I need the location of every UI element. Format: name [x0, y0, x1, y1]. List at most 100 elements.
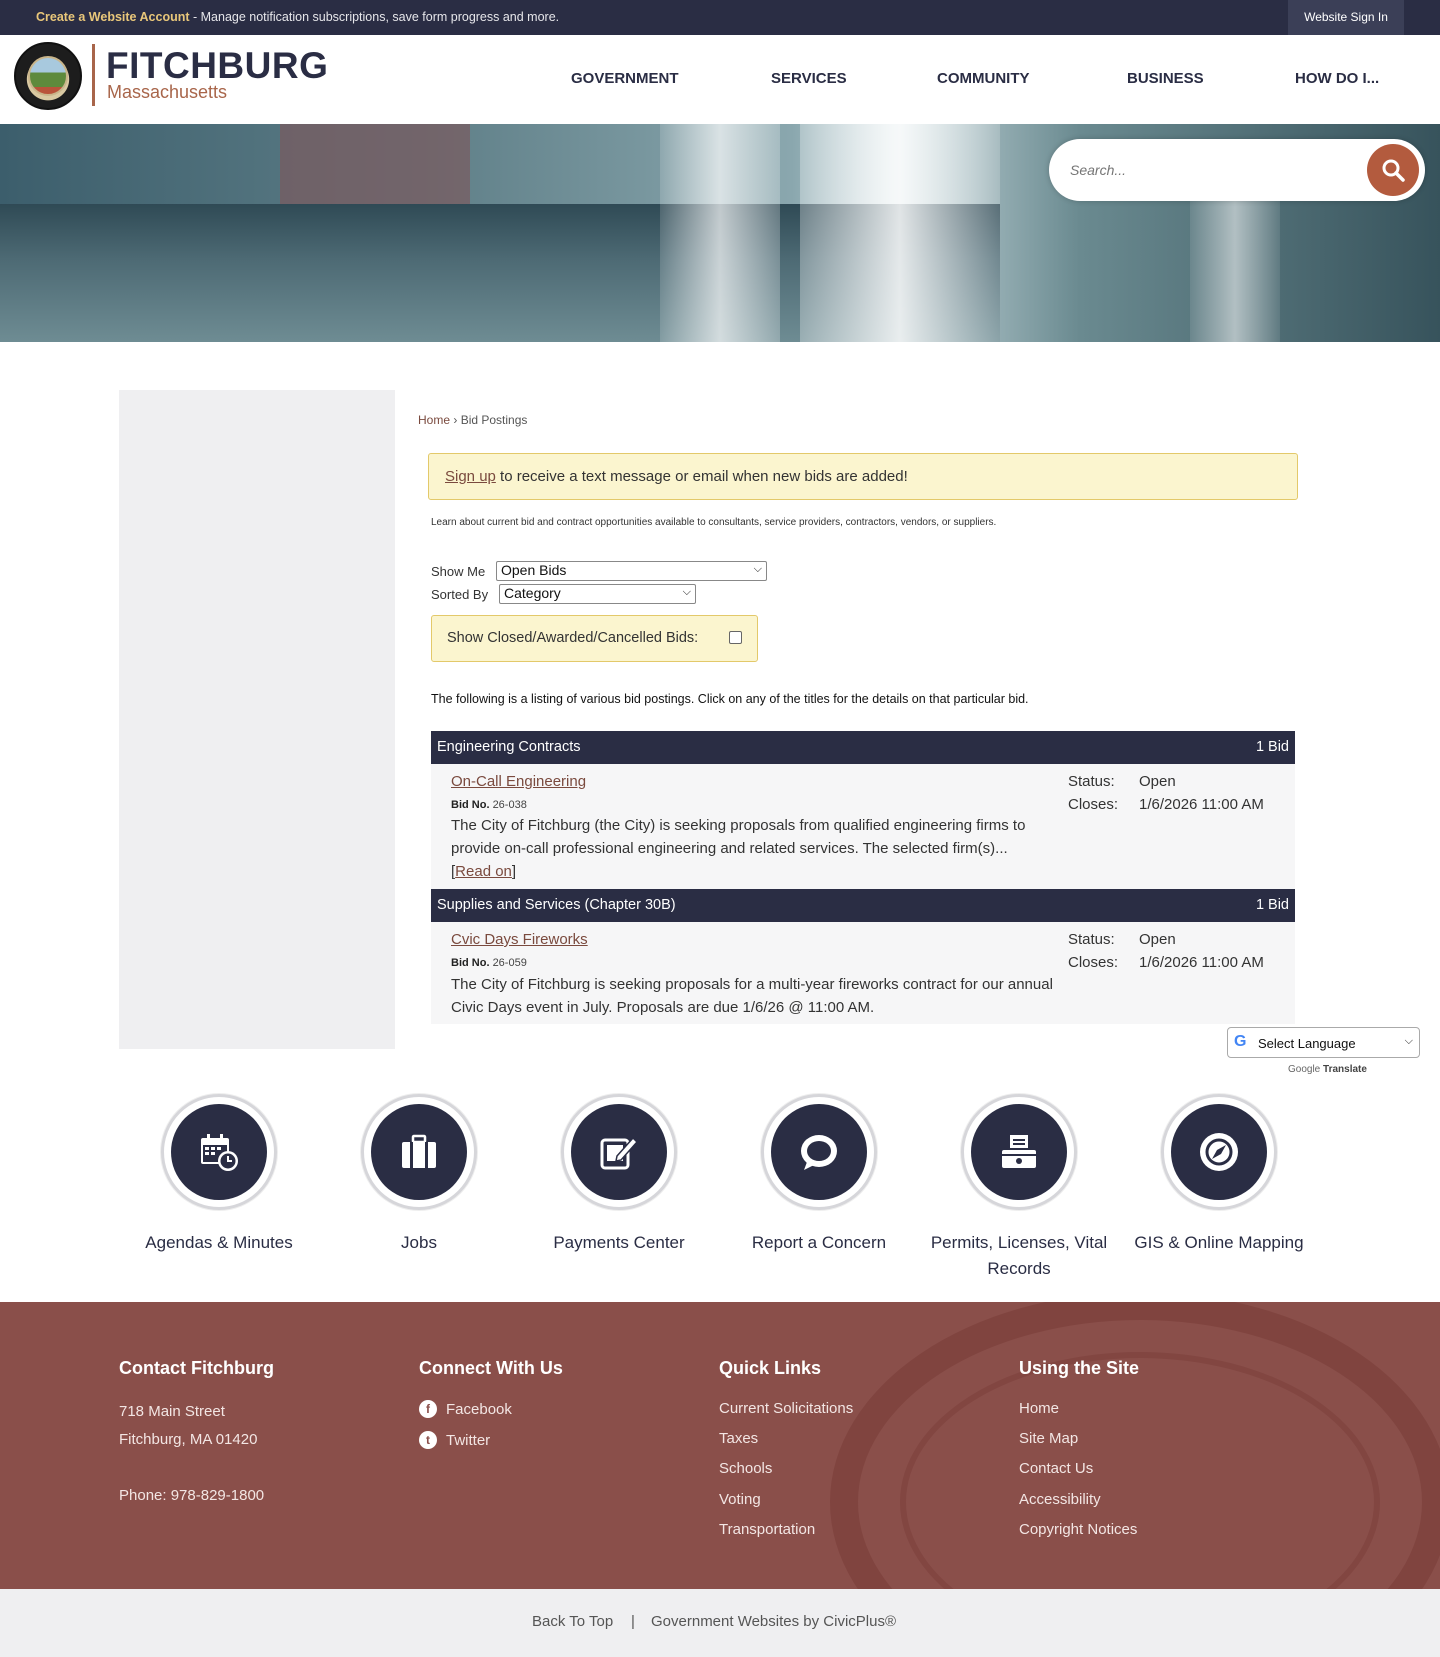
create-account-link[interactable]: Create a Website Account — [36, 10, 190, 24]
quick-link-agendas[interactable]: Agendas & Minutes — [119, 1094, 319, 1256]
quick-link-gis[interactable]: GIS & Online Mapping — [1119, 1094, 1319, 1256]
footer-address-line2: Fitchburg, MA 01420 — [119, 1431, 258, 1448]
footer-link-contact-us[interactable]: Contact Us — [1019, 1460, 1093, 1477]
read-on-link[interactable]: Read on — [455, 863, 512, 880]
nav-government[interactable]: GOVERNMENT — [571, 70, 679, 87]
footer-phone: Phone: 978-829-1800 — [119, 1487, 265, 1504]
quick-link-permits[interactable]: Permits, Licenses, Vital Records — [919, 1094, 1119, 1282]
top-bar: Create a Website Account - Manage notifi… — [0, 0, 1440, 35]
google-g-icon: G — [1234, 1033, 1247, 1050]
quick-link-payments[interactable]: Payments Center — [519, 1094, 719, 1256]
footer-link-site-map[interactable]: Site Map — [1019, 1430, 1078, 1447]
google-translate-credit[interactable]: Google Translate — [1288, 1064, 1367, 1075]
bid-title-link[interactable]: Cvic Days Fireworks — [451, 931, 588, 948]
show-closed-checkbox[interactable] — [729, 631, 742, 644]
bid-number-value: 26-059 — [492, 957, 527, 969]
promo-text: - Manage notification subscriptions, sav… — [189, 10, 560, 24]
status-value: Open — [1139, 931, 1176, 948]
seal-landscape — [28, 56, 68, 96]
quick-link-label: Report a Concern — [751, 1233, 887, 1252]
quick-link-report-concern[interactable]: Report a Concern — [719, 1094, 919, 1256]
breadcrumb-current: Bid Postings — [460, 413, 528, 427]
alert-text: to receive a text message or email when … — [495, 468, 908, 485]
footer-contact-heading: Contact Fitchburg — [119, 1358, 274, 1378]
quick-link-ring — [161, 1094, 277, 1210]
quick-link-circle — [171, 1104, 267, 1200]
bottom-separator: | — [631, 1613, 635, 1630]
closes-label: Closes: — [1068, 954, 1119, 971]
closes-value: 1/6/2026 11:00 AM — [1139, 954, 1264, 971]
quick-link-label: Jobs — [401, 1233, 437, 1252]
language-select-label: Select Language — [1258, 1036, 1356, 1051]
bid-title-link[interactable]: On-Call Engineering — [451, 773, 586, 790]
quick-link-label: Agendas & Minutes — [145, 1233, 293, 1252]
footer-link-current-solicitations[interactable]: Current Solicitations — [719, 1400, 853, 1417]
quick-link-ring — [961, 1094, 1077, 1210]
category-name: Engineering Contracts — [437, 739, 581, 755]
search-icon — [1382, 159, 1405, 182]
category-count: 1 Bid — [1255, 897, 1289, 913]
back-to-top-link[interactable]: Back To Top — [532, 1613, 613, 1630]
website-sign-in-button[interactable]: Website Sign In — [1288, 0, 1404, 35]
nav-services[interactable]: SERVICES — [771, 70, 847, 87]
left-sidebar — [119, 390, 395, 1049]
briefcase-icon — [402, 1134, 436, 1168]
quick-link-circle — [771, 1104, 867, 1200]
footer-link-transportation[interactable]: Transportation — [719, 1521, 815, 1538]
facebook-link[interactable]: Facebook — [446, 1401, 512, 1418]
status-label: Status: — [1068, 773, 1115, 790]
footer-link-copyright-notices[interactable]: Copyright Notices — [1019, 1521, 1137, 1538]
hero-building — [280, 124, 470, 214]
footer-address-line1: 718 Main Street — [119, 1403, 225, 1420]
twitter-link[interactable]: Twitter — [446, 1432, 490, 1449]
footer-quick-links-heading: Quick Links — [719, 1358, 822, 1378]
search-input[interactable] — [1070, 152, 1360, 188]
category-count: 1 Bid — [1255, 739, 1289, 755]
logo-city-name[interactable]: FITCHBURG — [106, 45, 328, 87]
bid-number-label: Bid No. — [451, 957, 490, 969]
show-closed-box: Show Closed/Awarded/Cancelled Bids: — [431, 615, 758, 662]
city-seal-logo[interactable] — [14, 42, 82, 110]
bid-description-text: The City of Fitchburg (the City) is seek… — [451, 817, 1026, 857]
hero-waterfall — [660, 124, 780, 342]
footer-link-home[interactable]: Home — [1019, 1400, 1059, 1417]
footer-link-accessibility[interactable]: Accessibility — [1019, 1491, 1101, 1508]
footer-link-schools[interactable]: Schools — [719, 1460, 772, 1477]
nav-how-do-i[interactable]: HOW DO I... — [1295, 70, 1379, 87]
quick-link-circle — [1171, 1104, 1267, 1200]
hero-waterfall — [800, 124, 1000, 342]
chevron-down-icon: ⌵ — [682, 586, 691, 598]
nav-community[interactable]: COMMUNITY — [937, 70, 1030, 87]
site-footer: Contact Fitchburg 718 Main Street Fitchb… — [0, 1302, 1440, 1589]
listing-note: The following is a listing of various bi… — [431, 692, 1029, 706]
compass-icon — [1200, 1133, 1238, 1171]
show-me-select[interactable]: Open Bids ⌵ — [496, 561, 767, 581]
quick-link-ring — [1161, 1094, 1277, 1210]
sign-up-link[interactable]: Sign up — [445, 468, 496, 485]
language-select[interactable]: G Select Language ⌵ — [1227, 1027, 1420, 1058]
nav-business[interactable]: BUSINESS — [1127, 70, 1204, 87]
speech-bubble-icon — [801, 1135, 837, 1170]
quick-link-ring — [561, 1094, 677, 1210]
civicplus-link[interactable]: Government Websites by CivicPlus® — [651, 1613, 896, 1630]
quick-link-label: Payments Center — [553, 1233, 685, 1252]
search-button[interactable] — [1367, 144, 1419, 196]
breadcrumb-home[interactable]: Home — [418, 413, 450, 427]
chevron-down-icon: ⌵ — [753, 563, 762, 575]
quick-link-ring — [761, 1094, 877, 1210]
closes-label: Closes: — [1068, 796, 1119, 813]
quick-link-ring — [361, 1094, 477, 1210]
logo-state-name[interactable]: Massachusetts — [107, 82, 227, 103]
twitter-icon: t — [419, 1431, 437, 1449]
bid-item: Cvic Days Fireworks Bid No. 26-059 The C… — [431, 922, 1295, 1024]
quick-link-label: GIS & Online Mapping — [1134, 1233, 1304, 1252]
quick-link-jobs[interactable]: Jobs — [319, 1094, 519, 1256]
footer-using-site-heading: Using the Site — [1019, 1358, 1140, 1378]
breadcrumb-separator: › — [453, 413, 458, 427]
footer-link-taxes[interactable]: Taxes — [719, 1430, 758, 1447]
bottom-bar: Back To Top | Government Websites by Civ… — [0, 1589, 1440, 1657]
footer-link-voting[interactable]: Voting — [719, 1491, 761, 1508]
sorted-by-select[interactable]: Category ⌵ — [499, 584, 696, 604]
category-header: Supplies and Services (Chapter 30B) 1 Bi… — [431, 889, 1295, 922]
notify-alert: Sign up to receive a text message or ema… — [428, 453, 1298, 500]
